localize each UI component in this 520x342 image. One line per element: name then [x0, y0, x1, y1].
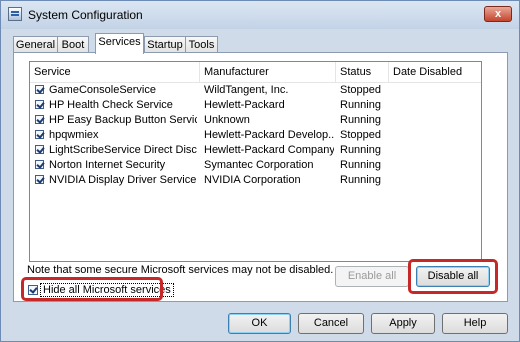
column-manufacturer[interactable]: Manufacturer — [200, 62, 336, 82]
service-name: LightScribeService Direct Disc La... — [49, 144, 197, 156]
table-row[interactable]: HP Health Check Service Hewlett-Packard … — [30, 98, 481, 113]
service-name: hpqwmiex — [49, 129, 99, 141]
service-date-disabled — [393, 173, 481, 188]
service-checkbox[interactable] — [35, 160, 44, 169]
service-checkbox[interactable] — [35, 175, 44, 184]
table-row[interactable]: LightScribeService Direct Disc La... Hew… — [30, 143, 481, 158]
service-status: Stopped — [340, 129, 381, 141]
apply-button[interactable]: Apply — [371, 313, 435, 334]
system-configuration-window: System Configuration x General Boot Serv… — [0, 0, 520, 342]
service-manufacturer: NVIDIA Corporation — [204, 174, 301, 186]
column-status[interactable]: Status — [336, 62, 389, 82]
tab-boot[interactable]: Boot — [57, 36, 89, 52]
service-status: Running — [340, 144, 381, 156]
service-checkbox[interactable] — [35, 145, 44, 154]
service-manufacturer: Hewlett-Packard — [204, 99, 285, 111]
service-manufacturer: Symantec Corporation — [204, 159, 314, 171]
service-manufacturer: Hewlett-Packard Develop... — [204, 129, 334, 141]
service-date-disabled — [393, 113, 481, 128]
table-row[interactable]: Norton Internet Security Symantec Corpor… — [30, 158, 481, 173]
service-date-disabled — [393, 128, 481, 143]
service-name: HP Health Check Service — [49, 99, 173, 111]
service-name: Norton Internet Security — [49, 159, 166, 171]
tab-general[interactable]: General — [13, 36, 58, 52]
services-list[interactable]: Service Manufacturer Status Date Disable… — [29, 61, 482, 262]
system-config-icon — [8, 7, 22, 21]
service-checkbox[interactable] — [35, 85, 44, 94]
service-manufacturer: Unknown — [204, 114, 250, 126]
service-status: Running — [340, 159, 381, 171]
column-service[interactable]: Service — [30, 62, 200, 82]
service-checkbox[interactable] — [35, 115, 44, 124]
service-name: NVIDIA Display Driver Service — [49, 174, 197, 186]
service-checkbox[interactable] — [35, 100, 44, 109]
table-row[interactable]: HP Easy Backup Button Service Unknown Ru… — [30, 113, 481, 128]
service-date-disabled — [393, 143, 481, 158]
disable-all-highlight — [408, 259, 498, 294]
table-row[interactable]: NVIDIA Display Driver Service NVIDIA Cor… — [30, 173, 481, 188]
service-status: Running — [340, 99, 381, 111]
column-date-disabled[interactable]: Date Disabled — [389, 62, 481, 82]
secure-services-note: Note that some secure Microsoft services… — [27, 264, 334, 276]
window-title: System Configuration — [28, 8, 143, 22]
help-button[interactable]: Help — [442, 313, 508, 334]
close-icon[interactable]: x — [484, 6, 512, 22]
service-checkbox[interactable] — [35, 130, 44, 139]
service-name: GameConsoleService — [49, 84, 156, 96]
service-manufacturer: WildTangent, Inc. — [204, 84, 289, 96]
title-bar[interactable]: System Configuration x — [1, 1, 519, 29]
service-name: HP Easy Backup Button Service — [49, 114, 197, 126]
service-date-disabled — [393, 83, 481, 98]
table-row[interactable]: hpqwmiex Hewlett-Packard Develop... Stop… — [30, 128, 481, 143]
service-status: Stopped — [340, 84, 381, 96]
hide-microsoft-highlight — [21, 277, 163, 301]
list-header: Service Manufacturer Status Date Disable… — [30, 62, 481, 83]
tab-services[interactable]: Services — [95, 33, 144, 54]
services-panel: Service Manufacturer Status Date Disable… — [13, 52, 508, 302]
service-date-disabled — [393, 98, 481, 113]
tab-startup[interactable]: Startup — [144, 36, 186, 52]
service-date-disabled — [393, 158, 481, 173]
enable-all-button[interactable]: Enable all — [335, 266, 409, 287]
ok-button[interactable]: OK — [228, 313, 291, 334]
service-status: Running — [340, 174, 381, 186]
tab-tools[interactable]: Tools — [185, 36, 218, 52]
cancel-button[interactable]: Cancel — [298, 313, 364, 334]
service-manufacturer: Hewlett-Packard Company — [204, 144, 334, 156]
service-status: Running — [340, 114, 381, 126]
table-row[interactable]: GameConsoleService WildTangent, Inc. Sto… — [30, 83, 481, 98]
